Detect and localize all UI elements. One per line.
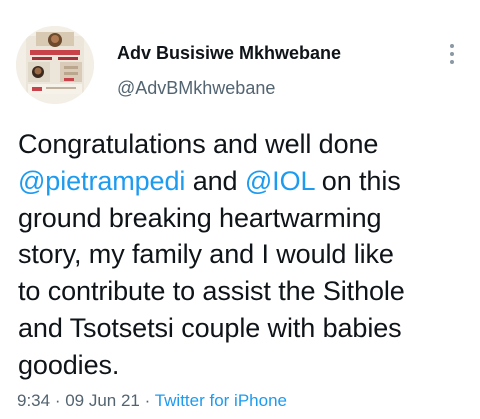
tweet-text-segment: story, my family and I would like: [18, 239, 394, 270]
mention-link[interactable]: @pietrampedi: [18, 166, 185, 196]
tweet-text-line: @pietrampedi and @IOL on this: [18, 163, 468, 200]
tweet-time[interactable]: 9:34: [17, 391, 50, 410]
tweet-text-segment: and: [185, 165, 245, 196]
meta-separator: ·: [50, 391, 66, 410]
tweet-text-line: and Tsotsetsi couple with babies: [18, 310, 468, 347]
tweet-text-line: story, my family and I would like: [18, 236, 468, 273]
avatar-image: [16, 26, 94, 104]
author-display-name[interactable]: Adv Busisiwe Mkhwebane: [117, 42, 341, 64]
tweet-text-segment: to contribute to assist the Sithole: [18, 276, 405, 307]
tweet-text-segment: on this: [314, 165, 401, 196]
avatar[interactable]: [16, 26, 94, 104]
tweet: Adv Busisiwe Mkhwebane @AdvBMkhwebane Co…: [0, 0, 480, 419]
tweet-header: Adv Busisiwe Mkhwebane @AdvBMkhwebane: [0, 0, 480, 112]
more-options-button[interactable]: [438, 40, 466, 68]
meta-separator: ·: [139, 391, 155, 410]
vertical-ellipsis-icon: [450, 44, 454, 48]
tweet-text-segment: and Tsotsetsi couple with babies: [18, 312, 402, 343]
author-handle[interactable]: @AdvBMkhwebane: [117, 77, 341, 99]
tweet-text-segment: ground breaking heartwarming: [18, 202, 382, 233]
tweet-source[interactable]: Twitter for iPhone: [155, 391, 287, 410]
tweet-text-line: Congratulations and well done: [18, 126, 468, 163]
tweet-text-line: to contribute to assist the Sithole: [18, 273, 468, 310]
tweet-meta: 9:34 · 09 Jun 21 · Twitter for iPhone: [17, 390, 287, 412]
mention-link[interactable]: @IOL: [245, 166, 315, 196]
tweet-text-line: goodies.: [18, 347, 468, 384]
tweet-text: Congratulations and well done @pietramped…: [18, 126, 468, 384]
tweet-text-segment: goodies.: [18, 349, 120, 380]
tweet-text-line: ground breaking heartwarming: [18, 200, 468, 237]
vertical-ellipsis-icon: [450, 60, 454, 64]
tweet-text-segment: Congratulations and well done: [18, 129, 379, 159]
tweet-date[interactable]: 09 Jun 21: [65, 391, 140, 410]
vertical-ellipsis-icon: [450, 52, 454, 56]
author-names: Adv Busisiwe Mkhwebane @AdvBMkhwebane: [117, 42, 341, 99]
